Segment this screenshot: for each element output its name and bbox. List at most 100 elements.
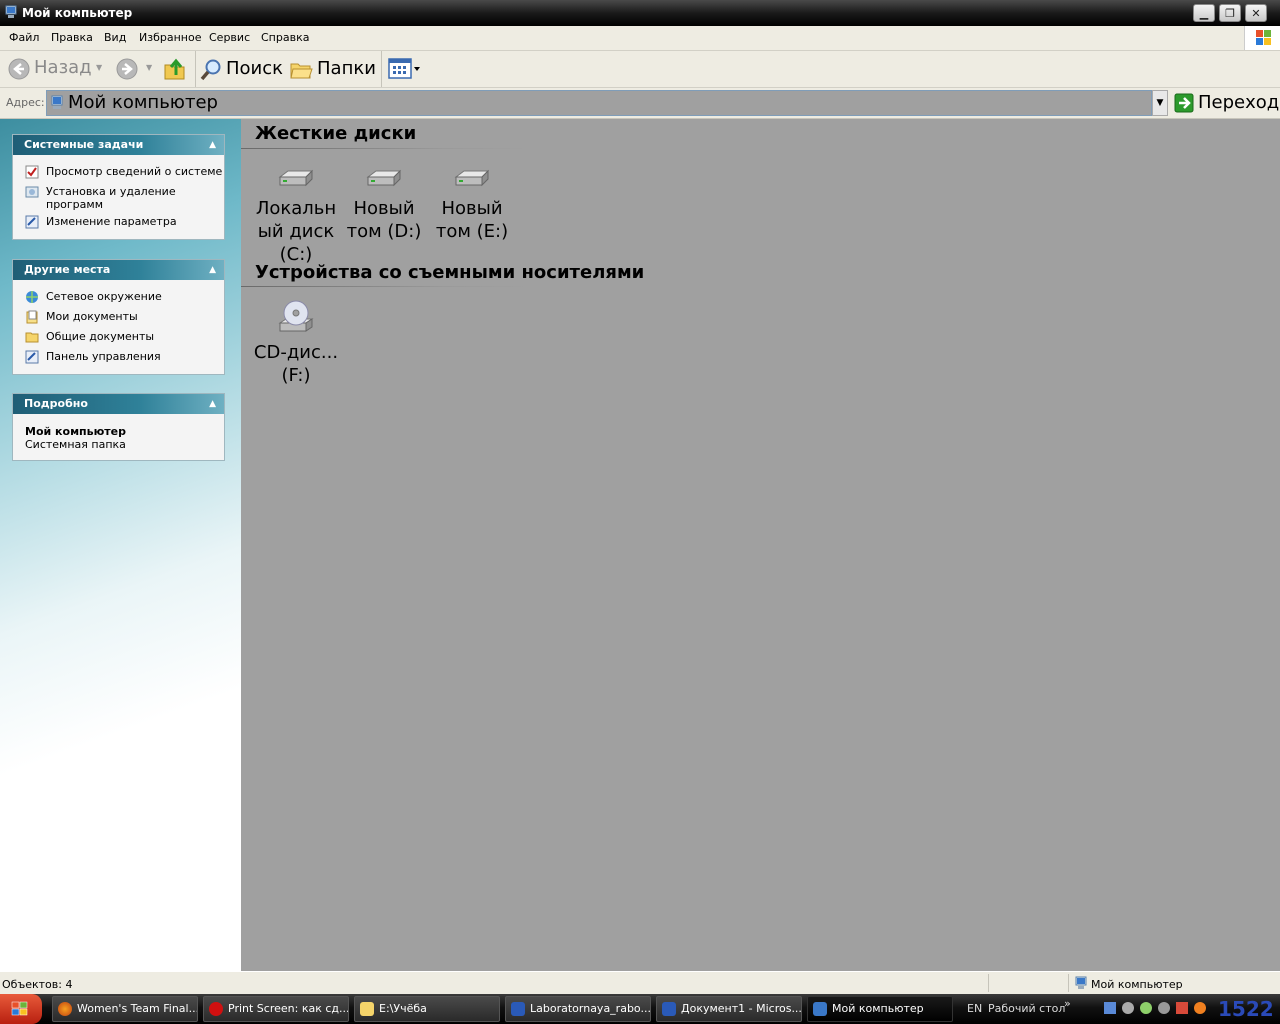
taskbar-item-label: Print Screen: как сд... <box>228 1002 349 1015</box>
other-places-panel: Другие места ▲ Сетевое окружение Мои док… <box>12 259 225 375</box>
chevron-right-icon[interactable]: » <box>1064 997 1071 1010</box>
place-network[interactable]: Сетевое окружение <box>25 290 162 304</box>
taskbar-item-word-doc[interactable]: Документ1 - Micros... <box>656 996 802 1022</box>
views-icon <box>388 58 420 79</box>
group-divider <box>241 148 531 149</box>
title-bar[interactable]: Мой компьютер ▁ ❐ ✕ <box>0 0 1280 26</box>
menu-bar: Файл Правка Вид Избранное Сервис Справка <box>0 26 1280 51</box>
task-label: Изменение параметра <box>46 215 177 228</box>
close-icon: ✕ <box>1251 6 1261 20</box>
menu-view[interactable]: Вид <box>104 31 126 44</box>
minimize-icon: ▁ <box>1199 6 1209 20</box>
collapse-icon[interactable]: ▲ <box>209 260 216 280</box>
cd-drive-icon <box>278 300 314 332</box>
collapse-icon[interactable]: ▲ <box>209 394 216 414</box>
system-info-icon <box>25 165 39 179</box>
folders-label: Папки <box>317 58 376 79</box>
app-tray-icon[interactable] <box>1158 1002 1170 1014</box>
taskbar-item-opera[interactable]: Print Screen: как сд... <box>203 996 349 1022</box>
firefox-icon <box>58 1002 72 1016</box>
clock[interactable]: 1522 <box>1218 997 1274 1021</box>
drive-label: Новый <box>441 198 503 219</box>
menu-edit[interactable]: Правка <box>51 31 93 44</box>
details-panel: Подробно ▲ Мой компьютер Системная папка <box>12 393 225 461</box>
drive-label: CD-дис... <box>253 342 339 363</box>
back-button[interactable]: Назад ▼ <box>6 56 104 82</box>
group-header-hard-disks: Жесткие диски <box>255 123 417 144</box>
toolbar-separator <box>381 51 382 87</box>
menu-file[interactable]: Файл <box>9 31 39 44</box>
system-tasks-header[interactable]: Системные задачи ▲ <box>13 135 224 155</box>
menu-help[interactable]: Справка <box>261 31 309 44</box>
forward-dropdown-icon[interactable]: ▼ <box>146 63 152 72</box>
drive-e[interactable]: Новый том (E:) <box>428 167 516 243</box>
network-tray-icon[interactable] <box>1104 1002 1116 1014</box>
network-icon <box>26 291 38 303</box>
taskbar-item-my-computer[interactable]: Мой компьютер <box>807 996 953 1022</box>
desktop-toolbar-label[interactable]: Рабочий стол <box>988 1002 1065 1015</box>
drive-c[interactable]: Локальн ый диск (C:) <box>252 167 340 266</box>
taskbar-item-label: Women's Team Final... <box>77 1002 198 1015</box>
details-name: Мой компьютер <box>25 425 127 438</box>
place-my-documents[interactable]: Мои документы <box>25 310 138 324</box>
back-label: Назад <box>34 57 92 78</box>
word-icon <box>511 1002 525 1016</box>
object-count: Объектов: 4 <box>2 978 73 991</box>
task-add-remove-programs[interactable]: Установка и удаление программ <box>25 185 195 211</box>
taskbar: Women's Team Final... Print Screen: как … <box>0 994 1280 1024</box>
forward-button[interactable]: ▼ <box>114 56 156 82</box>
restore-button[interactable]: ❐ <box>1219 4 1241 22</box>
up-folder-icon <box>164 58 185 80</box>
task-change-setting[interactable]: Изменение параметра <box>25 215 177 229</box>
go-button[interactable]: Переход <box>1174 90 1279 116</box>
details-header[interactable]: Подробно ▲ <box>13 394 224 414</box>
up-folder-button[interactable] <box>162 55 188 83</box>
other-places-header[interactable]: Другие места ▲ <box>13 260 224 280</box>
chevron-down-icon: ▼ <box>1156 98 1164 108</box>
place-control-panel[interactable]: Панель управления <box>25 350 161 364</box>
folder-icon <box>360 1002 374 1016</box>
taskbar-item-folder[interactable]: E:\Учёба <box>354 996 500 1022</box>
task-view-system-info[interactable]: Просмотр сведений о системе <box>25 165 222 179</box>
messenger-tray-icon[interactable] <box>1140 1002 1152 1014</box>
taskbar-item-label: E:\Учёба <box>379 1002 427 1015</box>
hard-drive-icon <box>366 169 402 187</box>
toolbar-separator <box>195 51 196 87</box>
windows-flag-icon <box>11 1001 28 1016</box>
my-documents-icon <box>26 310 38 324</box>
drive-d[interactable]: Новый том (D:) <box>340 167 428 243</box>
start-button[interactable] <box>0 994 42 1024</box>
collapse-icon[interactable]: ▲ <box>209 135 216 155</box>
volume-tray-icon[interactable] <box>1176 1002 1188 1014</box>
language-indicator[interactable]: EN <box>967 1002 982 1015</box>
add-remove-programs-icon <box>25 186 39 198</box>
restore-icon: ❐ <box>1225 6 1235 20</box>
folders-icon <box>290 63 313 79</box>
folders-button[interactable]: Папки <box>289 55 376 83</box>
control-panel-icon <box>25 215 39 229</box>
drive-f-cd[interactable]: CD-дис... (F:) <box>252 299 340 387</box>
views-button[interactable] <box>387 57 423 81</box>
task-label: Установка и удаление программ <box>46 185 176 211</box>
taskbar-item-word-lab[interactable]: Laboratornaya_rabo... <box>505 996 651 1022</box>
back-arrow-icon <box>8 58 30 80</box>
settings-tray-icon[interactable] <box>1122 1002 1134 1014</box>
address-dropdown-button[interactable]: ▼ <box>1152 90 1168 116</box>
go-arrow-icon <box>1174 93 1194 113</box>
address-label: Адрес: <box>6 96 45 109</box>
search-button[interactable]: Поиск <box>197 55 283 83</box>
forward-arrow-icon <box>116 58 138 80</box>
status-divider <box>988 974 989 992</box>
minimize-button[interactable]: ▁ <box>1193 4 1215 22</box>
taskbar-item-firefox[interactable]: Women's Team Final... <box>52 996 198 1022</box>
place-shared-documents[interactable]: Общие документы <box>25 330 154 344</box>
standard-toolbar: Назад ▼ ▼ Поиск Папки <box>0 51 1280 88</box>
menu-favorites[interactable]: Избранное <box>139 31 201 44</box>
back-dropdown-icon[interactable]: ▼ <box>96 63 102 72</box>
close-button[interactable]: ✕ <box>1245 4 1267 22</box>
window-title: Мой компьютер <box>22 6 133 20</box>
details-title: Подробно <box>24 397 88 410</box>
antivirus-tray-icon[interactable] <box>1194 1002 1206 1014</box>
file-view[interactable]: Жесткие диски Локальн ый диск (C:) Новый… <box>241 119 1280 971</box>
menu-tools[interactable]: Сервис <box>209 31 250 44</box>
